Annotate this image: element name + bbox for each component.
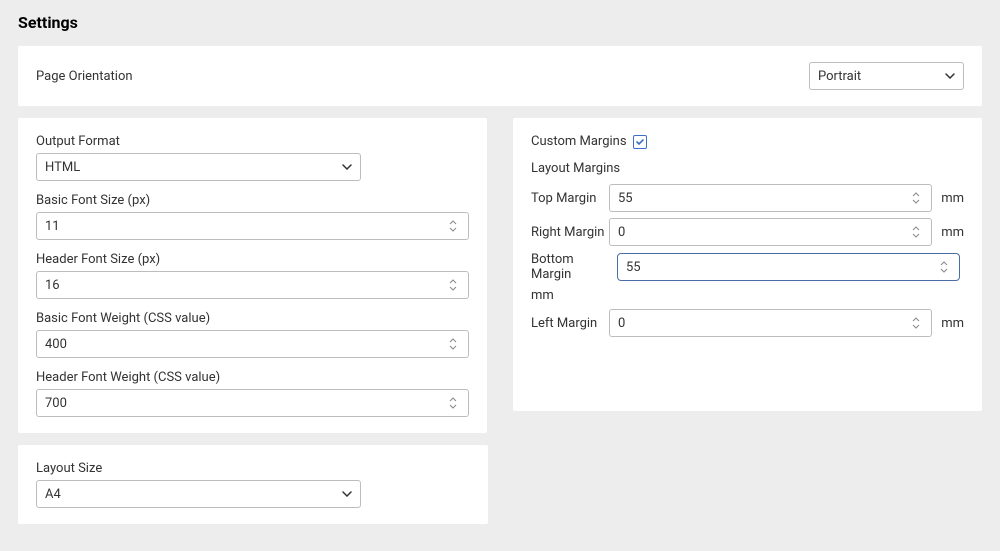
left-margin-unit: mm xyxy=(934,316,964,331)
stepper-icon xyxy=(446,276,460,294)
top-margin-label: Top Margin xyxy=(531,191,607,206)
stepper-icon xyxy=(446,394,460,412)
right-margin-input[interactable]: 0 xyxy=(609,218,932,246)
layout-size-panel: Layout Size A4 xyxy=(18,445,488,524)
output-format-select[interactable]: HTML xyxy=(36,153,361,181)
layout-size-label: Layout Size xyxy=(36,461,470,476)
orientation-select[interactable]: Portrait xyxy=(809,62,964,90)
output-format-label: Output Format xyxy=(36,134,469,149)
header-font-weight-value: 700 xyxy=(45,396,67,411)
bottom-margin-label: Bottom Margin xyxy=(531,252,615,282)
basic-font-size-input[interactable]: 11 xyxy=(36,212,469,240)
top-margin-input[interactable]: 55 xyxy=(609,184,932,212)
orientation-panel: Page Orientation Portrait xyxy=(18,46,982,106)
stepper-icon xyxy=(909,189,923,207)
right-margin-unit: mm xyxy=(934,225,964,240)
stepper-icon xyxy=(446,217,460,235)
chevron-down-icon xyxy=(945,71,955,81)
top-margin-unit: mm xyxy=(934,191,964,206)
top-margin-value: 55 xyxy=(618,191,633,206)
stepper-icon xyxy=(937,258,951,276)
header-font-weight-label: Header Font Weight (CSS value) xyxy=(36,370,469,385)
output-format-value: HTML xyxy=(45,160,80,175)
bottom-margin-value: 55 xyxy=(626,260,641,275)
layout-size-select[interactable]: A4 xyxy=(36,480,361,508)
format-panel: Output Format HTML Basic Font Size (px) … xyxy=(18,118,487,433)
left-margin-label: Left Margin xyxy=(531,316,607,331)
header-font-size-input[interactable]: 16 xyxy=(36,271,469,299)
custom-margins-label: Custom Margins xyxy=(531,134,627,149)
page-title: Settings xyxy=(0,0,1000,40)
right-margin-value: 0 xyxy=(618,225,625,240)
header-font-size-label: Header Font Size (px) xyxy=(36,252,469,267)
layout-margins-label: Layout Margins xyxy=(531,161,964,176)
chevron-down-icon xyxy=(342,162,352,172)
basic-font-size-value: 11 xyxy=(45,219,60,234)
stepper-icon xyxy=(909,223,923,241)
bottom-margin-unit: mm xyxy=(531,288,964,303)
right-margin-label: Right Margin xyxy=(531,225,607,240)
header-font-size-value: 16 xyxy=(45,278,60,293)
orientation-label: Page Orientation xyxy=(36,69,133,84)
orientation-value: Portrait xyxy=(818,69,861,84)
basic-font-weight-input[interactable]: 400 xyxy=(36,330,469,358)
stepper-icon xyxy=(909,314,923,332)
basic-font-weight-label: Basic Font Weight (CSS value) xyxy=(36,311,469,326)
stepper-icon xyxy=(446,335,460,353)
left-margin-input[interactable]: 0 xyxy=(609,309,932,337)
basic-font-size-label: Basic Font Size (px) xyxy=(36,193,469,208)
custom-margins-checkbox[interactable] xyxy=(633,135,647,149)
basic-font-weight-value: 400 xyxy=(45,337,67,352)
header-font-weight-input[interactable]: 700 xyxy=(36,389,469,417)
left-margin-value: 0 xyxy=(618,316,625,331)
margins-panel: Custom Margins Layout Margins Top Margin… xyxy=(513,118,982,411)
chevron-down-icon xyxy=(342,489,352,499)
layout-size-value: A4 xyxy=(45,487,61,502)
bottom-margin-input[interactable]: 55 xyxy=(617,253,960,281)
